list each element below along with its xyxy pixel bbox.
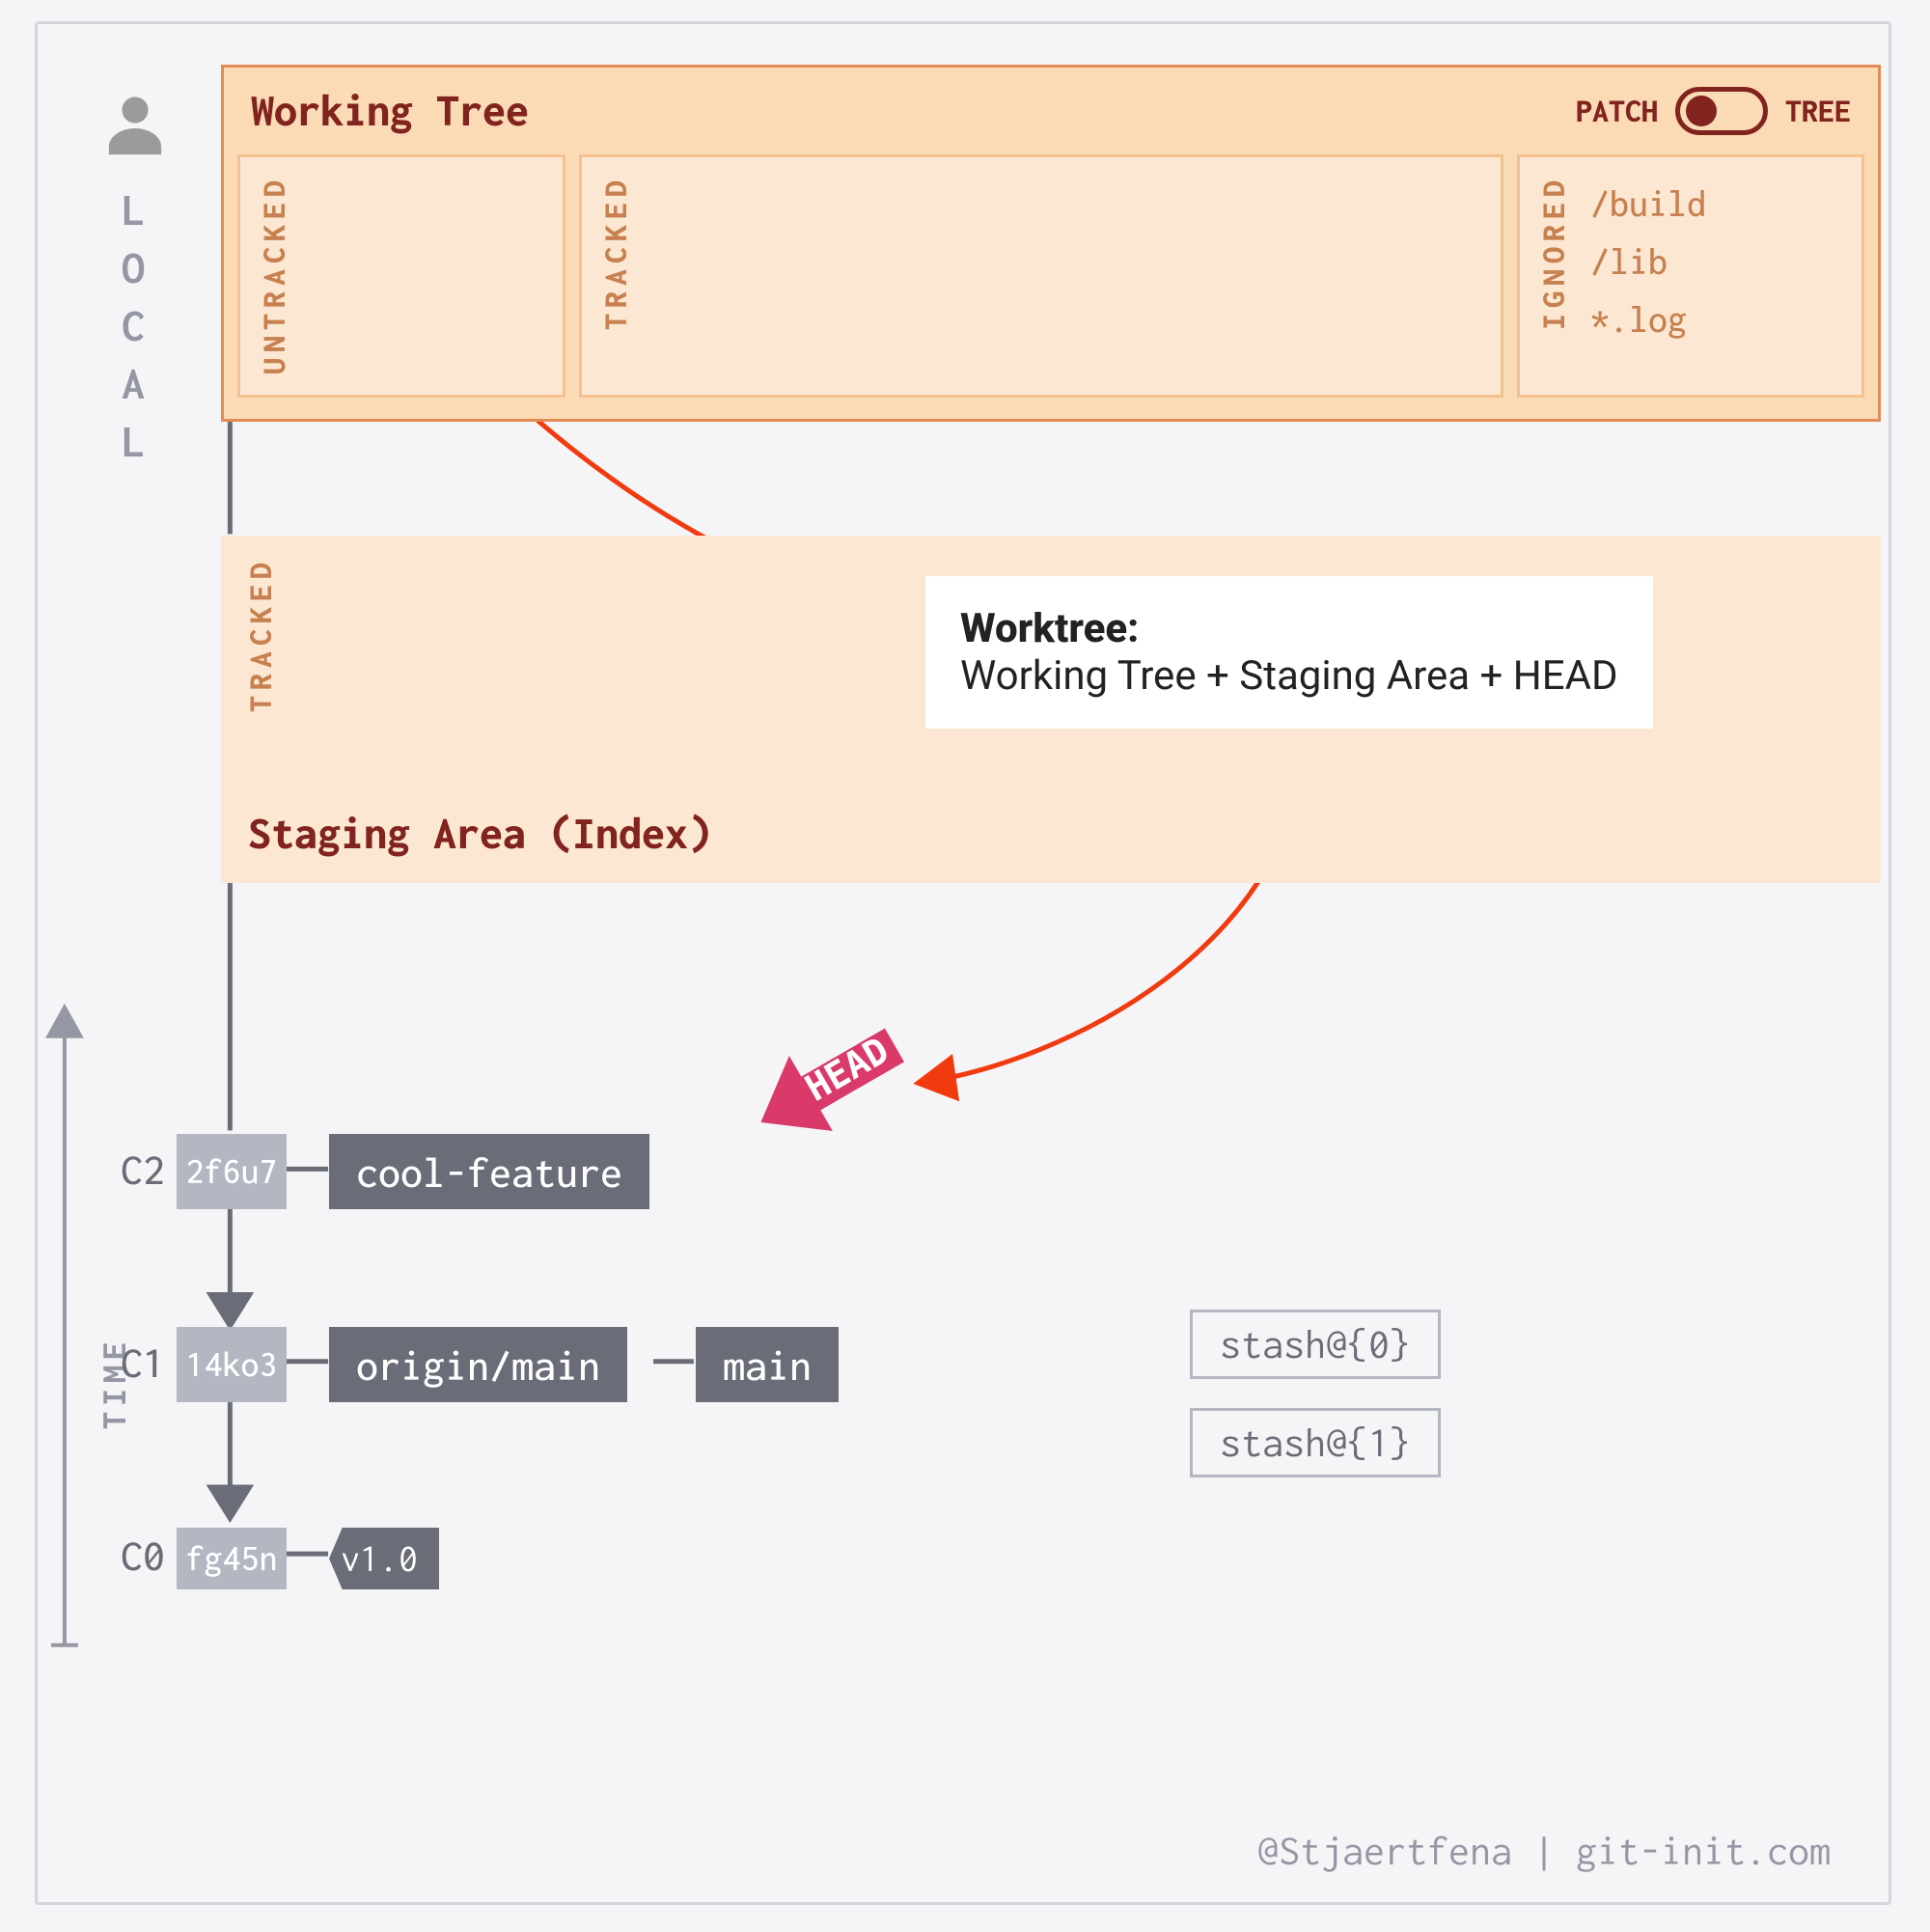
- stash-entry[interactable]: stash@{1}: [1190, 1408, 1441, 1477]
- tooltip-heading: Worktree:: [960, 605, 1139, 652]
- tracked-column: TRACKED: [579, 154, 1503, 398]
- worktree-tooltip: Worktree: Working Tree + Staging Area + …: [925, 576, 1653, 729]
- commit-label: C0: [121, 1532, 165, 1579]
- working-tree-header: Working Tree PATCH TREE: [224, 68, 1878, 154]
- commit-label: C1: [121, 1339, 165, 1386]
- untracked-label: UNTRACKED: [258, 175, 291, 374]
- stash-entry[interactable]: stash@{0}: [1190, 1310, 1441, 1379]
- ignored-list: /build /lib *.log: [1590, 175, 1706, 348]
- ignored-column: IGNORED /build /lib *.log: [1517, 154, 1864, 398]
- attribution: @Stjaertfena | git-init.com: [1257, 1829, 1831, 1873]
- local-badge: L O C A L: [103, 92, 167, 466]
- branch-ref[interactable]: cool-feature: [329, 1134, 649, 1209]
- staging-tracked-label: TRACKED: [244, 557, 278, 712]
- toggle-track[interactable]: [1675, 87, 1768, 135]
- commit-hash: 2f6u7: [177, 1134, 287, 1209]
- ignored-item: *.log: [1590, 290, 1706, 348]
- ignored-label: IGNORED: [1537, 175, 1571, 330]
- tooltip-body: Working Tree + Staging Area + HEAD: [960, 652, 1618, 700]
- branch-ref[interactable]: main: [696, 1327, 839, 1402]
- branch-ref[interactable]: origin/main: [329, 1327, 627, 1402]
- working-tree-panel: Working Tree PATCH TREE UNTRACKED TRACKE…: [221, 65, 1881, 422]
- toggle-knob: [1686, 96, 1717, 126]
- commit-hash: fg45n: [177, 1528, 287, 1589]
- commit-hash: 14ko3: [177, 1327, 287, 1402]
- toggle-label-left: PATCH: [1576, 95, 1658, 128]
- user-icon: [103, 92, 167, 177]
- tag-ref[interactable]: v1.0: [329, 1528, 439, 1589]
- diagram-canvas: L O C A L Working Tree PATCH TREE UNTRAC…: [35, 21, 1891, 1905]
- toggle-label-right: TREE: [1785, 95, 1851, 128]
- untracked-column: UNTRACKED: [237, 154, 565, 398]
- patch-tree-toggle[interactable]: PATCH TREE: [1576, 87, 1851, 135]
- working-tree-title: Working Tree: [251, 87, 529, 135]
- ignored-item: /lib: [1590, 233, 1706, 290]
- local-letters: L O C A L: [122, 186, 149, 466]
- ignored-item: /build: [1590, 175, 1706, 233]
- head-label: HEAD: [798, 1029, 896, 1110]
- staging-title: Staging Area (Index): [248, 810, 711, 858]
- head-pointer: HEAD: [713, 1016, 925, 1161]
- commit-label: C2: [121, 1145, 165, 1193]
- tracked-label: TRACKED: [599, 175, 633, 330]
